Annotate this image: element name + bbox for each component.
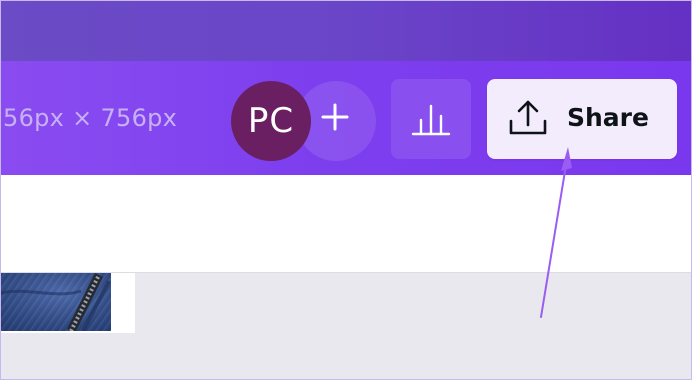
canvas-header-area [1, 175, 691, 273]
title-bar [1, 1, 691, 61]
share-button[interactable]: Share [487, 79, 677, 159]
design-dimensions[interactable]: 56px × 756px [3, 104, 177, 132]
insights-button[interactable] [391, 79, 471, 159]
denim-fabric-image [1, 273, 111, 331]
share-label: Share [567, 103, 649, 132]
user-avatar[interactable]: PC [231, 81, 311, 161]
plus-icon [321, 103, 349, 131]
bar-chart-icon [411, 104, 451, 136]
avatar-initials: PC [247, 101, 295, 141]
app-window: 56px × 756px PC Share [0, 0, 692, 380]
upload-icon [509, 100, 547, 135]
denim-thumbnail[interactable] [1, 273, 111, 331]
